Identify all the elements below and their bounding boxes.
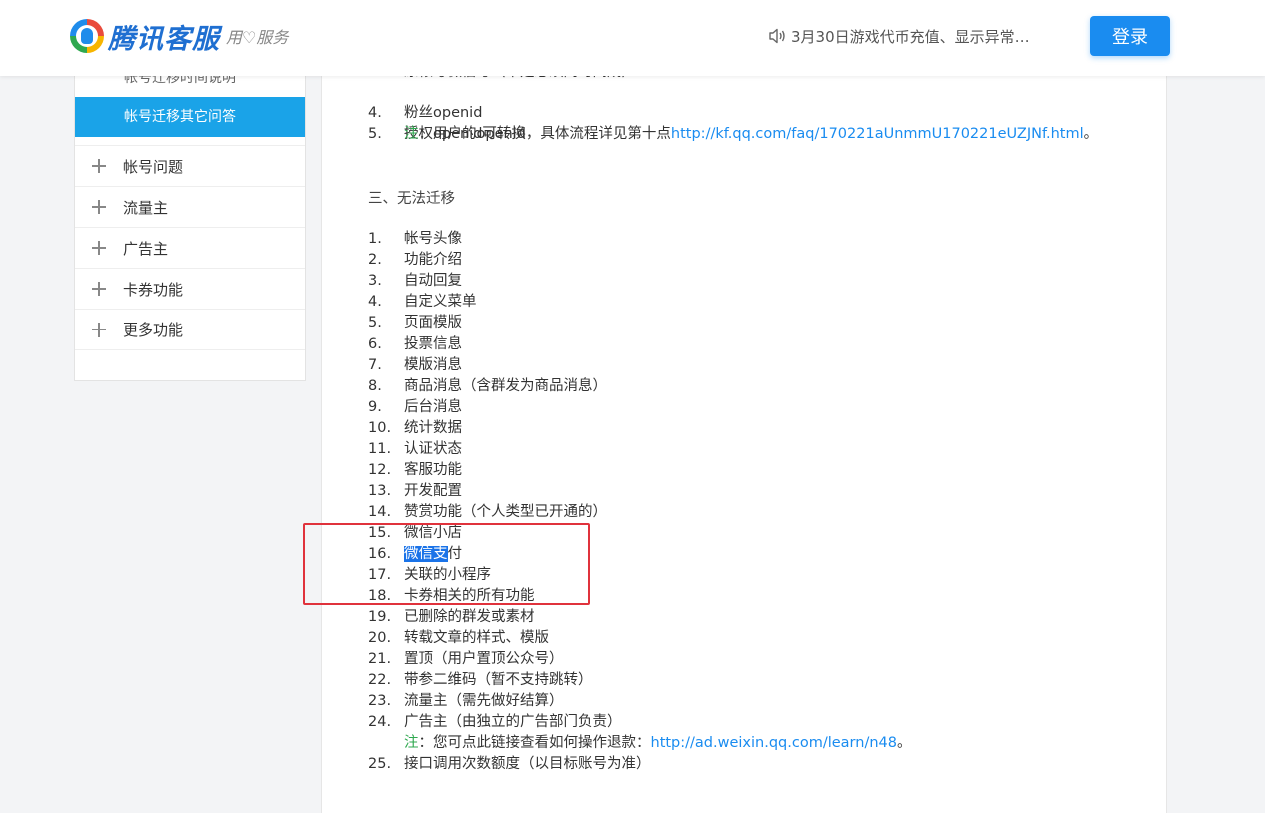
tencent-service-logo[interactable]: 腾讯客服 用♡服务 — [70, 16, 288, 56]
list-item: 2. 功能介绍 — [368, 252, 462, 268]
plus-icon — [91, 158, 107, 174]
note-refund: 注：您可点此链接查看如何操作退款：http://ad.weixin.qq.com… — [404, 735, 912, 751]
list-item: 5. 页面模版 — [368, 315, 462, 331]
list-item: 23. 流量主（需先做好结算） — [368, 693, 564, 709]
sidebar-item-label: 帐号问题 — [123, 157, 184, 176]
openid-faq-link[interactable]: http://kf.qq.com/faq/170221aUnmmU170221e… — [671, 126, 1084, 142]
announcement-notice[interactable]: 3月30日游戏代币充值、显示异常… — [768, 25, 1030, 47]
plus-icon — [91, 322, 107, 338]
sidebar-item-traffic-owner[interactable]: 流量主 — [75, 186, 305, 227]
list-item: 13. 开发配置 — [368, 483, 462, 499]
faq-article-content: 3.原帐号微信号（不是必须同时间成） 4.粉丝openid 5.授权用户的ope… — [321, 60, 1167, 813]
top-header: 腾讯客服 用♡服务 3月30日游戏代币充值、显示异常… 登录 — [0, 0, 1265, 76]
refund-guide-link[interactable]: http://ad.weixin.qq.com/learn/n48 — [651, 735, 897, 751]
list-item: 15. 微信小店 — [368, 525, 462, 541]
list-item: 17. 关联的小程序 — [368, 567, 491, 583]
list-item: 6. 投票信息 — [368, 336, 462, 352]
list-item: 24. 广告主（由独立的广告部门负责） — [368, 714, 622, 730]
sidebar-category-list: 帐号问题 流量主 广告主 卡券功能 更多功能 — [75, 145, 305, 350]
plus-icon — [91, 240, 107, 256]
sidebar-item-account[interactable]: 帐号问题 — [75, 145, 305, 186]
login-button[interactable]: 登录 — [1090, 16, 1170, 56]
sidebar-item-card-coupon[interactable]: 卡券功能 — [75, 268, 305, 309]
list-item: 8. 商品消息（含群发为商品消息） — [368, 378, 607, 394]
speaker-icon — [769, 28, 785, 44]
list-item: 19. 已删除的群发或素材 — [368, 609, 535, 625]
sidebar-nav: 帐号迁移时间说明 帐号迁移其它问答 帐号问题 流量主 广告主 卡券功能 更多功能 — [74, 56, 306, 381]
list-item: 11. 认证状态 — [368, 441, 462, 457]
logo-text: 腾讯客服 — [108, 23, 220, 55]
list-item: 4. 自定义菜单 — [368, 294, 477, 310]
list-item: 7. 模版消息 — [368, 357, 462, 373]
plus-icon — [91, 199, 107, 215]
list-item: 9. 后台消息 — [368, 399, 462, 415]
list-item: 12. 客服功能 — [368, 462, 462, 478]
sidebar-item-label: 广告主 — [123, 239, 169, 258]
logo-slogan: 用♡服务 — [226, 28, 289, 47]
note-openid: 注：openid可转换，具体流程详见第十点http://kf.qq.com/fa… — [404, 126, 1099, 142]
list-item: 4. 粉丝openid — [368, 105, 483, 121]
list-item: 22. 带参二维码（暂不支持跳转） — [368, 672, 593, 688]
sidebar-item-label: 卡券功能 — [123, 280, 184, 299]
list-item: 16. 微信支付 — [368, 546, 462, 562]
plus-icon — [91, 281, 107, 297]
list-item: 18. 卡券相关的所有功能 — [368, 588, 535, 604]
sidebar-item-advertiser[interactable]: 广告主 — [75, 227, 305, 268]
list-item: 25. 接口调用次数额度（以目标账号为准） — [368, 756, 651, 772]
sidebar-item-label: 流量主 — [123, 198, 169, 217]
sidebar-item-more-features[interactable]: 更多功能 — [75, 309, 305, 350]
selected-text: 微信支 — [404, 546, 448, 562]
list-item: 3. 自动回复 — [368, 273, 462, 289]
list-item: 14. 赞赏功能（个人类型已开通的） — [368, 504, 607, 520]
list-item: 20. 转载文章的样式、模版 — [368, 630, 549, 646]
notice-text: 3月30日游戏代币充值、显示异常… — [791, 27, 1030, 46]
sidebar-subitem-migration-other[interactable]: 帐号迁移其它问答 — [75, 97, 305, 137]
list-item: 1. 帐号头像 — [368, 231, 462, 247]
list-item: 10. 统计数据 — [368, 420, 462, 436]
qq-penguin-icon — [70, 19, 104, 53]
sidebar-item-label: 更多功能 — [123, 321, 184, 339]
list-item: 21. 置顶（用户置顶公众号） — [368, 651, 564, 667]
section-title-cannot-migrate: 三、无法迁移 — [368, 191, 455, 207]
